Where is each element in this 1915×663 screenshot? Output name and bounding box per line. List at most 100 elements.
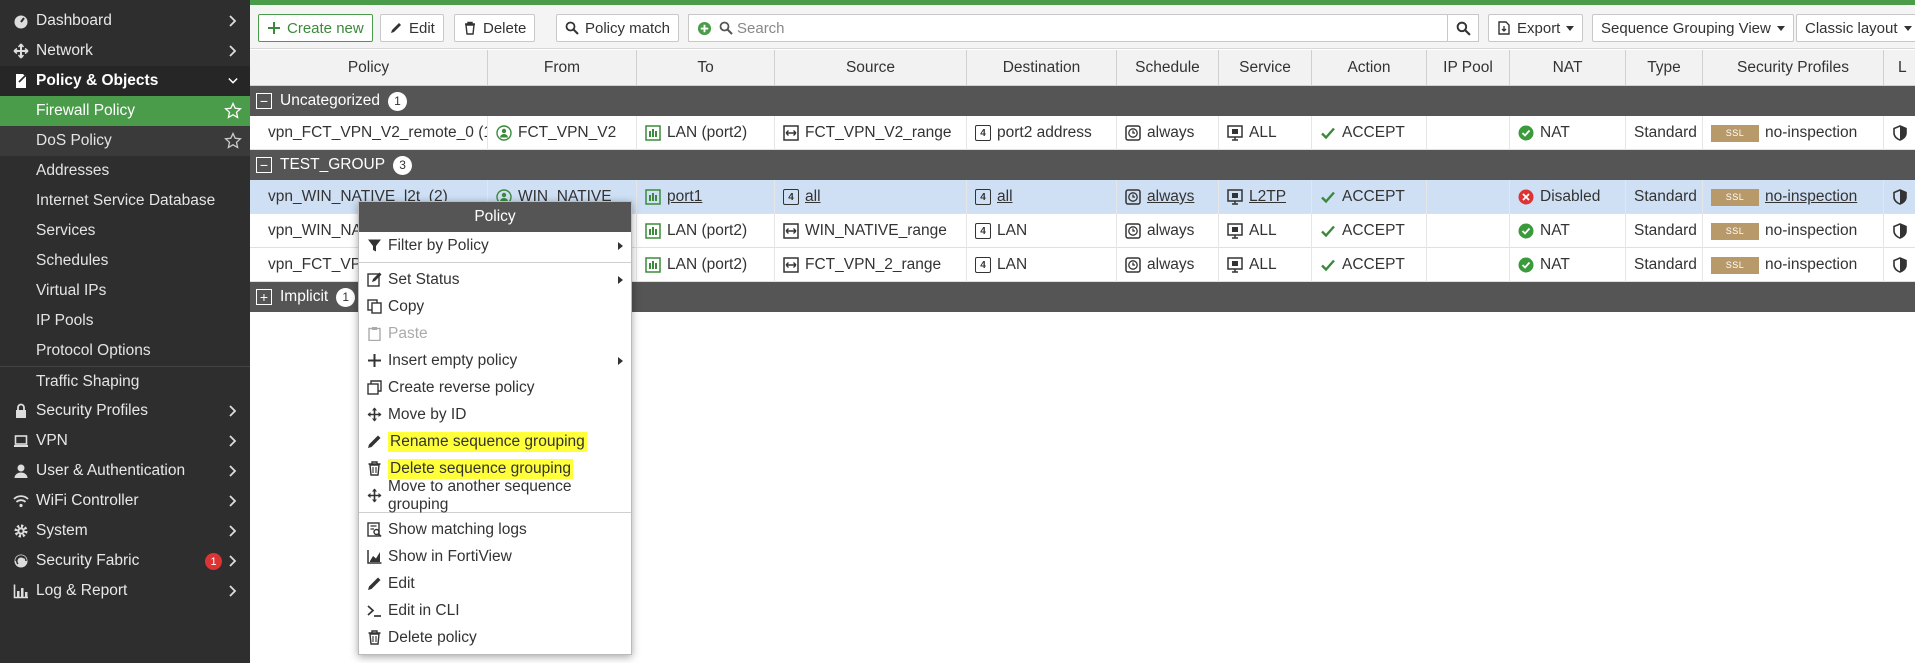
export-dropdown[interactable]: Export — [1488, 14, 1584, 42]
column-header-from[interactable]: From — [488, 50, 637, 86]
cell-schedule: always — [1117, 214, 1219, 248]
column-header-policy[interactable]: Policy — [250, 50, 488, 86]
menu-item-move-to-another-sequence-grouping[interactable]: Move to another sequence grouping — [359, 478, 631, 513]
sidebar-item-schedules[interactable]: Schedules — [0, 246, 250, 276]
menu-item-move-by-id[interactable]: Move by ID — [359, 401, 631, 428]
column-header-ip-pool[interactable]: IP Pool — [1427, 50, 1510, 86]
menu-item-label: Copy — [388, 297, 425, 315]
sidebar-item-virtual-ips[interactable]: Virtual IPs — [0, 276, 250, 306]
sidebar-item-firewall-policy[interactable]: Firewall Policy — [0, 96, 250, 126]
sidebar-item-protocol-options[interactable]: Protocol Options — [0, 336, 250, 366]
table-row[interactable]: vpn_FCT_VPN_V2_remote_0 (1) FCT_VPN_V2 L… — [250, 116, 1915, 150]
cell-security-profiles: SSL no-inspection — [1703, 180, 1884, 214]
search-input[interactable] — [733, 16, 1477, 40]
sidebar-item-dashboard[interactable]: Dashboard — [0, 6, 250, 36]
expand-icon[interactable]: + — [256, 289, 272, 305]
sidebar-item-log-report[interactable]: Log & Report — [0, 576, 250, 606]
menu-item-edit-in-cli[interactable]: Edit in CLI — [359, 597, 631, 624]
interface-icon — [645, 189, 661, 205]
star-icon[interactable] — [224, 102, 242, 120]
export-label: Export — [1517, 19, 1561, 37]
submenu-arrow-icon — [618, 242, 623, 250]
sidebar-item-label: Virtual IPs — [36, 282, 107, 299]
cell-profile-text[interactable]: no-inspection — [1765, 188, 1857, 206]
cell-action-text: ACCEPT — [1342, 188, 1405, 205]
column-header-log[interactable]: L — [1884, 50, 1915, 86]
sidebar-item-traffic-shaping[interactable]: Traffic Shaping — [0, 366, 250, 396]
collapse-icon[interactable]: − — [256, 157, 272, 173]
column-header-action[interactable]: Action — [1312, 50, 1427, 86]
cell-source-text[interactable]: all — [805, 188, 821, 206]
cell-to-text[interactable]: port1 — [667, 188, 702, 206]
sidebar-item-security-profiles[interactable]: Security Profiles — [0, 396, 250, 426]
search-submit-button[interactable] — [1447, 14, 1479, 42]
group-row-uncategorized[interactable]: − Uncategorized 1 — [250, 86, 1915, 116]
sidebar-item-user-authentication[interactable]: User & Authentication — [0, 456, 250, 486]
menu-item-rename-sequence-grouping[interactable]: Rename sequence grouping — [359, 428, 631, 455]
group-row-test-group[interactable]: − TEST_GROUP 3 — [250, 150, 1915, 180]
shield-icon — [1893, 125, 1907, 141]
add-filter-icon[interactable] — [689, 15, 719, 41]
sidebar-item-network[interactable]: Network — [0, 36, 250, 66]
sidebar-item-ip-pools[interactable]: IP Pools — [0, 306, 250, 336]
menu-item-show-in-fortiview[interactable]: Show in FortiView — [359, 543, 631, 570]
view-mode-dropdown[interactable]: Sequence Grouping View — [1592, 14, 1794, 42]
cell-schedule-text: always — [1147, 124, 1195, 141]
column-header-nat[interactable]: NAT — [1510, 50, 1626, 86]
cell-schedule-text[interactable]: always — [1147, 188, 1194, 206]
column-header-service[interactable]: Service — [1219, 50, 1312, 86]
sidebar-item-services[interactable]: Services — [0, 216, 250, 246]
cell-ip-pool — [1427, 180, 1510, 214]
pencil-icon — [368, 577, 381, 590]
sidebar-item-security-fabric[interactable]: Security Fabric 1 — [0, 546, 250, 576]
cell-nat-text: NAT — [1540, 222, 1570, 239]
sidebar-item-addresses[interactable]: Addresses — [0, 156, 250, 186]
menu-item-show-matching-logs[interactable]: Show matching logs — [359, 516, 631, 543]
view-mode-label: Sequence Grouping View — [1601, 19, 1771, 37]
menu-item-delete-policy[interactable]: Delete policy — [359, 624, 631, 651]
cell-log — [1884, 116, 1915, 150]
cell-service: ALL — [1219, 214, 1312, 248]
star-icon[interactable] — [224, 132, 242, 150]
menu-item-set-status[interactable]: Set Status — [359, 266, 631, 293]
shield-icon — [1893, 257, 1907, 273]
edit-button[interactable]: Edit — [380, 14, 444, 42]
column-header-schedule[interactable]: Schedule — [1117, 50, 1219, 86]
layout-dropdown[interactable]: Classic layout — [1796, 14, 1915, 42]
menu-divider — [359, 262, 631, 263]
create-new-button[interactable]: Create new — [258, 14, 373, 42]
sidebar-item-label: IP Pools — [36, 312, 94, 329]
menu-item-paste[interactable]: Paste — [359, 320, 631, 347]
sidebar-item-policy-objects[interactable]: Policy & Objects — [0, 66, 250, 96]
delete-button[interactable]: Delete — [454, 14, 536, 42]
check-circle-icon — [1518, 257, 1534, 273]
column-header-destination[interactable]: Destination — [967, 50, 1117, 86]
cell-service-text[interactable]: L2TP — [1249, 188, 1286, 206]
column-header-type[interactable]: Type — [1626, 50, 1703, 86]
collapse-icon[interactable]: − — [256, 93, 272, 109]
column-header-security-profiles[interactable]: Security Profiles — [1703, 50, 1884, 86]
column-header-to[interactable]: To — [637, 50, 775, 86]
menu-item-create-reverse-policy[interactable]: Create reverse policy — [359, 374, 631, 401]
menu-item-edit[interactable]: Edit — [359, 570, 631, 597]
policy-match-button[interactable]: Policy match — [556, 14, 680, 42]
sidebar-item-wifi-controller[interactable]: WiFi Controller — [0, 486, 250, 516]
sidebar-item-vpn[interactable]: VPN — [0, 426, 250, 456]
ssl-badge: SSL — [1711, 256, 1759, 274]
cell-destination-text[interactable]: all — [997, 188, 1013, 206]
column-header-source[interactable]: Source — [775, 50, 967, 86]
ssl-badge: SSL — [1711, 222, 1759, 240]
create-new-label: Create new — [287, 19, 364, 37]
user-icon — [12, 462, 30, 480]
sidebar-item-label: Traffic Shaping — [36, 372, 140, 390]
menu-item-label: Paste — [388, 324, 428, 342]
sidebar-item-internet-service-database[interactable]: Internet Service Database — [0, 186, 250, 216]
sidebar-item-dos-policy[interactable]: DoS Policy — [0, 126, 250, 156]
sidebar-item-label: Internet Service Database — [36, 192, 216, 209]
cell-nat-text: NAT — [1540, 124, 1570, 141]
search-box — [688, 14, 1478, 42]
menu-item-copy[interactable]: Copy — [359, 293, 631, 320]
menu-item-filter-by-policy[interactable]: Filter by Policy — [359, 232, 631, 259]
menu-item-insert-empty-policy[interactable]: Insert empty policy — [359, 347, 631, 374]
sidebar-item-system[interactable]: System — [0, 516, 250, 546]
